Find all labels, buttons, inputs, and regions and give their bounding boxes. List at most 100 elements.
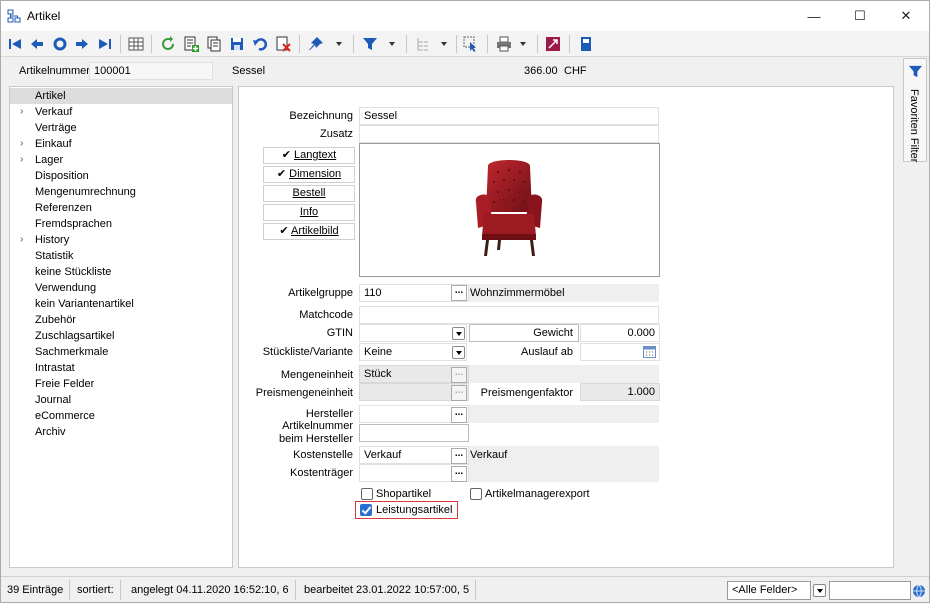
zusatz-input[interactable]	[359, 125, 659, 143]
pin-icon[interactable]	[306, 34, 326, 54]
nav-item[interactable]: › History	[10, 232, 232, 248]
nav-item-label: Artikel	[35, 90, 66, 102]
print-dropdown-arrow[interactable]	[520, 42, 526, 46]
nav-item[interactable]: Verträge	[10, 120, 232, 136]
nav-item[interactable]: Mengenumrechnung	[10, 184, 232, 200]
table-view-icon[interactable]	[126, 34, 146, 54]
tree-dropdown-arrow[interactable]	[441, 42, 447, 46]
nav-item[interactable]: keine Stückliste	[10, 264, 232, 280]
nav-item[interactable]: Intrastat	[10, 360, 232, 376]
previous-record-icon[interactable]	[27, 34, 47, 54]
favorites-filter-panel[interactable]: Favoriten Filter	[903, 58, 927, 162]
artikelmanagerexport-checkbox[interactable]	[470, 488, 482, 500]
toolbar-separator	[151, 35, 152, 53]
article-window: Artikel — ☐ ✕ Artikelnummer 100001 Sesse…	[0, 0, 930, 603]
langtext-button[interactable]: ✔ Langtext	[263, 147, 355, 164]
artikelbild-button[interactable]: ✔ Artikelbild	[263, 223, 355, 240]
print-icon[interactable]	[494, 34, 514, 54]
refresh-icon[interactable]	[50, 34, 70, 54]
chevron-right-icon[interactable]: ›	[20, 232, 23, 248]
minimize-button[interactable]: —	[791, 1, 837, 31]
mengeneinheit-lookup-button[interactable]: ...	[451, 367, 467, 383]
calendar-icon[interactable]	[643, 345, 656, 358]
nav-item[interactable]: Sachmerkmale	[10, 344, 232, 360]
copy-record-icon[interactable]	[204, 34, 224, 54]
export-icon[interactable]	[543, 34, 563, 54]
field-select[interactable]: <Alle Felder>	[727, 581, 811, 600]
nav-item[interactable]: Archiv	[10, 424, 232, 440]
navigation-tree: Artikel › Verkauf Verträge › Einkauf › Lager Dis…	[9, 86, 233, 568]
bezeichnung-input[interactable]: Sessel	[359, 107, 659, 125]
bestell-button[interactable]: Bestell	[263, 185, 355, 202]
nav-item[interactable]: Disposition	[10, 168, 232, 184]
kostenstelle-label: Kostenstelle	[293, 449, 353, 461]
chevron-right-icon[interactable]: ›	[20, 152, 23, 168]
nav-item[interactable]: kein Variantenartikel	[10, 296, 232, 312]
artikelgruppe-lookup-button[interactable]: ...	[451, 285, 467, 301]
nav-item-label: Journal	[35, 394, 72, 406]
article-header: Artikelnummer 100001 Sessel 366.00 CHF	[1, 57, 901, 85]
kostenstelle-lookup-button[interactable]: ...	[451, 448, 467, 464]
nav-item[interactable]: Freie Felder	[10, 376, 232, 392]
undo-icon[interactable]	[250, 34, 270, 54]
reload-icon[interactable]	[158, 34, 178, 54]
preismengeneinheit-lookup-button[interactable]: ...	[451, 385, 467, 401]
status-edited: bearbeitet 23.01.2022 10:57:00, 5	[298, 580, 477, 600]
first-record-icon[interactable]	[5, 34, 25, 54]
pin-dropdown-arrow[interactable]	[336, 42, 342, 46]
shopartikel-checkbox[interactable]	[361, 488, 373, 500]
stueckliste-label: Stückliste/Variante	[262, 346, 353, 358]
toolbar-separator	[537, 35, 538, 53]
status-search-input[interactable]	[829, 581, 911, 600]
leistungsartikel-checkbox[interactable]	[360, 504, 372, 516]
hersteller-desc-bg	[469, 405, 659, 423]
nav-item[interactable]: Zubehör	[10, 312, 232, 328]
nav-item[interactable]: eCommerce	[10, 408, 232, 424]
book-icon[interactable]	[576, 34, 596, 54]
kostentraeger-lookup-button[interactable]: ...	[451, 466, 467, 482]
new-record-icon[interactable]	[181, 34, 201, 54]
globe-search-icon[interactable]	[912, 584, 926, 598]
nav-item[interactable]: Zuschlagsartikel	[10, 328, 232, 344]
matchcode-input[interactable]	[359, 306, 659, 324]
info-button[interactable]: Info	[263, 204, 355, 221]
maximize-button[interactable]: ☐	[837, 1, 883, 31]
nav-item[interactable]: › Lager	[10, 152, 232, 168]
nav-item[interactable]: Verwendung	[10, 280, 232, 296]
gewicht-input[interactable]: 0.000	[580, 324, 660, 342]
nav-item-label: History	[35, 234, 70, 246]
check-icon: ✔	[276, 168, 290, 180]
nav-item[interactable]: Journal	[10, 392, 232, 408]
nav-item[interactable]: Artikel	[10, 88, 232, 104]
hersteller-lookup-button[interactable]: ...	[451, 407, 467, 423]
check-icon: ✔	[281, 149, 295, 161]
article-image[interactable]	[359, 143, 660, 277]
gtin-input[interactable]	[359, 324, 467, 342]
chevron-right-icon[interactable]: ›	[20, 136, 23, 152]
next-record-icon[interactable]	[72, 34, 92, 54]
nav-item[interactable]: › Einkauf	[10, 136, 232, 152]
stueckliste-dropdown-button[interactable]	[452, 346, 465, 359]
nav-item[interactable]: Statistik	[10, 248, 232, 264]
field-select-dropdown-button[interactable]	[813, 584, 826, 597]
nav-item[interactable]: Referenzen	[10, 200, 232, 216]
dimension-button[interactable]: ✔ Dimension	[263, 166, 355, 183]
article-price: 366.00	[524, 65, 558, 77]
tree-icon[interactable]	[412, 34, 432, 54]
filter-icon[interactable]	[360, 34, 380, 54]
save-icon[interactable]	[227, 34, 247, 54]
nav-item[interactable]: Fremdsprachen	[10, 216, 232, 232]
nav-item[interactable]: › Verkauf	[10, 104, 232, 120]
herstellernr-input[interactable]	[359, 424, 469, 442]
gtin-dropdown-button[interactable]	[452, 327, 465, 340]
filter-dropdown-arrow[interactable]	[389, 42, 395, 46]
preismengenfaktor-input[interactable]: 1.000	[580, 383, 660, 401]
chevron-right-icon[interactable]: ›	[20, 104, 23, 120]
close-button[interactable]: ✕	[883, 1, 929, 31]
select-pointer-icon[interactable]	[461, 34, 481, 54]
last-record-icon[interactable]	[95, 34, 115, 54]
artikelnummer-input[interactable]: 100001	[89, 62, 213, 80]
stueckliste-select[interactable]: Keine	[359, 343, 467, 361]
delete-icon[interactable]	[273, 34, 293, 54]
article-name: Sessel	[232, 65, 266, 77]
